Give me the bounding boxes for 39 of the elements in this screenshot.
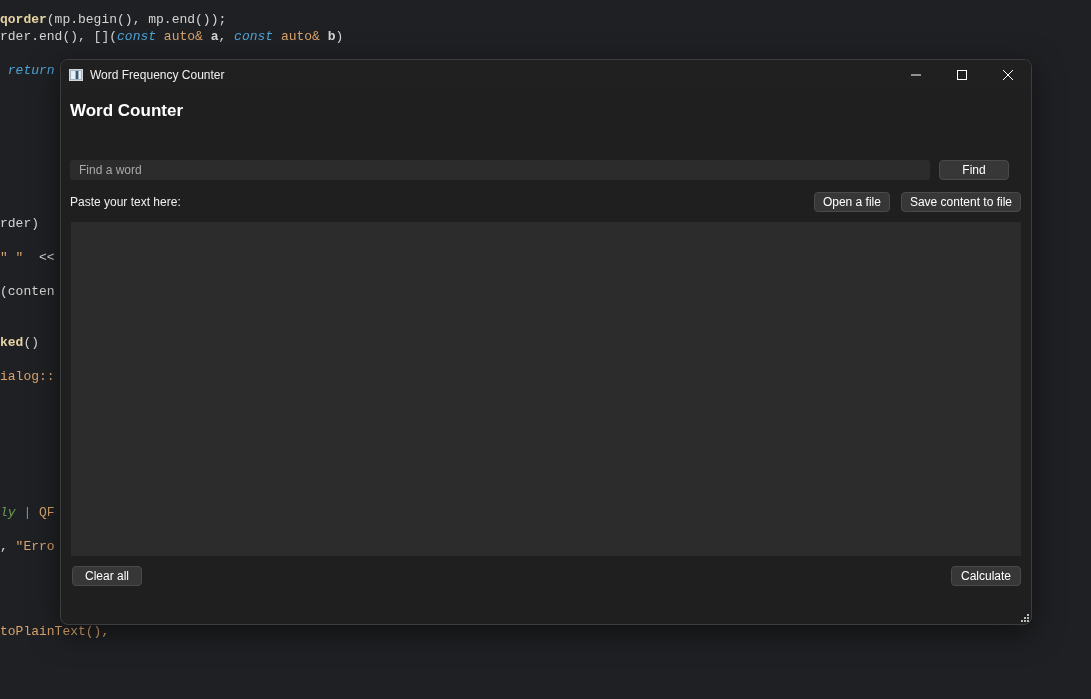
minimize-icon xyxy=(911,74,921,76)
maximize-icon xyxy=(957,70,967,80)
code-text: (mp.begin(), mp.end()); xyxy=(46,11,227,28)
code-text: const xyxy=(117,28,157,45)
code-text: auto& xyxy=(279,28,321,45)
search-field[interactable]: Find a word xyxy=(70,160,930,180)
code-text: rder) xyxy=(0,215,39,232)
code-text: ) xyxy=(335,28,344,45)
code-text: QF xyxy=(39,504,55,521)
code-text: auto& xyxy=(162,28,204,45)
app-icon xyxy=(69,69,83,81)
code-text: , xyxy=(0,538,9,555)
save-file-button[interactable]: Save content to file xyxy=(900,192,1021,212)
code-text: (conten xyxy=(0,283,55,300)
code-text: ly xyxy=(0,504,16,521)
clear-button[interactable]: Clear all xyxy=(72,566,142,586)
paste-label: Paste your text here: xyxy=(70,195,182,209)
code-text: , xyxy=(218,28,228,45)
resize-grip-icon[interactable] xyxy=(1021,614,1029,622)
code-text: "Erro xyxy=(15,538,55,555)
code-text: return xyxy=(6,62,55,79)
window-title: Word Frequency Counter xyxy=(90,68,226,82)
code-text: const xyxy=(234,28,274,45)
code-text: toPlainText(), xyxy=(0,623,110,640)
code-text: b xyxy=(327,28,336,45)
code-text: rder.end(), []( xyxy=(0,28,118,45)
find-button[interactable]: Find xyxy=(939,160,1009,180)
code-text: () xyxy=(23,334,39,351)
code-text: | xyxy=(22,504,33,521)
close-icon xyxy=(1003,70,1013,80)
app-heading: Word Counter xyxy=(70,101,184,121)
calculate-button[interactable]: Calculate xyxy=(951,566,1021,586)
open-file-button[interactable]: Open a file xyxy=(813,192,890,212)
code-text: ked xyxy=(0,334,24,351)
code-text: qorder xyxy=(0,11,47,28)
code-text: << xyxy=(38,249,55,266)
code-text: a xyxy=(210,28,219,45)
code-text: ialog:: xyxy=(0,368,55,385)
code-text: " " xyxy=(0,249,24,266)
